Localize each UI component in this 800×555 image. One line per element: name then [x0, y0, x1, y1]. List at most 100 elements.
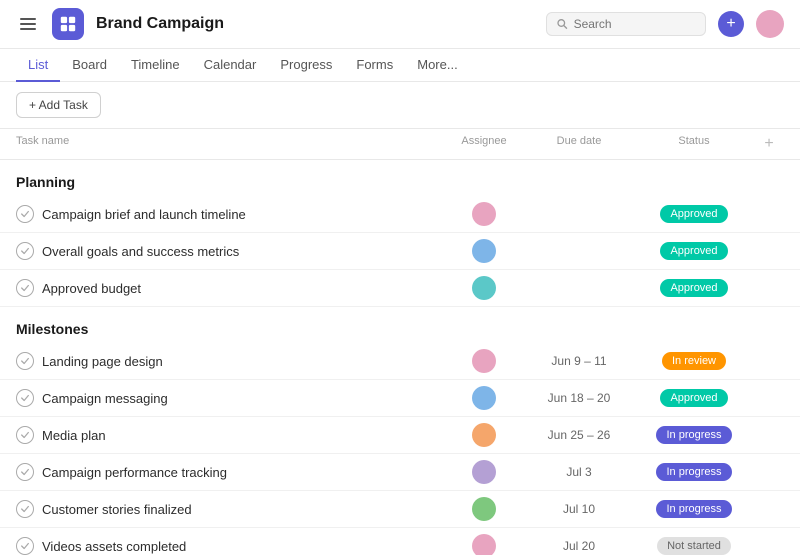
status-cell: Approved — [634, 205, 754, 223]
col-header-duedate: Due date — [524, 135, 634, 153]
project-title: Brand Campaign — [96, 15, 224, 33]
task-name-cell: Videos assets completed — [16, 537, 444, 555]
assignee-cell — [444, 534, 524, 555]
toolbar: + Add Task — [0, 82, 800, 129]
col-header-assignee: Assignee — [444, 135, 524, 153]
status-cell: In progress — [634, 426, 754, 444]
status-cell: Approved — [634, 242, 754, 260]
add-task-label: + Add Task — [29, 98, 88, 112]
table-row[interactable]: Videos assets completed Jul 20 Not start… — [0, 528, 800, 555]
due-date-cell: Jun 9 – 11 — [524, 354, 634, 368]
assignee-cell — [444, 497, 524, 521]
task-name-cell: Landing page design — [16, 352, 444, 370]
task-check-icon[interactable] — [16, 537, 34, 555]
tab-calendar[interactable]: Calendar — [192, 49, 269, 82]
avatar — [472, 239, 496, 263]
tab-board[interactable]: Board — [60, 49, 119, 82]
task-name: Approved budget — [42, 281, 141, 296]
table-row[interactable]: Approved budget Approved — [0, 270, 800, 307]
content-area: Planning Campaign brief and launch timel… — [0, 160, 800, 555]
avatar — [472, 423, 496, 447]
assignee-cell — [444, 386, 524, 410]
task-check-icon[interactable] — [16, 279, 34, 297]
search-box[interactable] — [546, 12, 706, 36]
status-badge: Approved — [660, 205, 727, 223]
tab-progress[interactable]: Progress — [268, 49, 344, 82]
task-name: Videos assets completed — [42, 539, 186, 554]
table-row[interactable]: Overall goals and success metrics Approv… — [0, 233, 800, 270]
status-cell: Approved — [634, 389, 754, 407]
avatar — [472, 386, 496, 410]
task-check-icon[interactable] — [16, 352, 34, 370]
table-row[interactable]: Campaign performance tracking Jul 3 In p… — [0, 454, 800, 491]
search-input[interactable] — [574, 17, 695, 31]
status-badge: In progress — [656, 500, 731, 518]
status-cell: Not started — [634, 537, 754, 555]
avatar — [472, 460, 496, 484]
section-planning: Planning Campaign brief and launch timel… — [0, 160, 800, 307]
table-row[interactable]: Landing page design Jun 9 – 11 In review — [0, 343, 800, 380]
task-name: Campaign messaging — [42, 391, 168, 406]
avatar — [472, 349, 496, 373]
assignee-cell — [444, 202, 524, 226]
task-name: Overall goals and success metrics — [42, 244, 239, 259]
task-name: Customer stories finalized — [42, 502, 192, 517]
assignee-cell — [444, 460, 524, 484]
due-date-cell: Jun 25 – 26 — [524, 428, 634, 442]
table-row[interactable]: Campaign brief and launch timeline Appro… — [0, 196, 800, 233]
task-check-icon[interactable] — [16, 242, 34, 260]
status-cell: In review — [634, 352, 754, 370]
assignee-cell — [444, 349, 524, 373]
task-name-cell: Overall goals and success metrics — [16, 242, 444, 260]
tab-more[interactable]: More... — [405, 49, 469, 82]
status-badge: Approved — [660, 242, 727, 260]
task-name-cell: Customer stories finalized — [16, 500, 444, 518]
status-cell: Approved — [634, 279, 754, 297]
task-name-cell: Media plan — [16, 426, 444, 444]
table-row[interactable]: Campaign messaging Jun 18 – 20 Approved — [0, 380, 800, 417]
status-badge: Not started — [657, 537, 731, 555]
task-check-icon[interactable] — [16, 389, 34, 407]
search-icon — [557, 18, 568, 30]
table-row[interactable]: Customer stories finalized Jul 10 In pro… — [0, 491, 800, 528]
status-badge: Approved — [660, 389, 727, 407]
col-header-taskname: Task name — [16, 135, 444, 153]
task-name: Landing page design — [42, 354, 163, 369]
status-cell: In progress — [634, 463, 754, 481]
tab-list[interactable]: List — [16, 49, 60, 82]
task-check-icon[interactable] — [16, 463, 34, 481]
assignee-cell — [444, 276, 524, 300]
add-column-button[interactable]: + — [754, 135, 784, 153]
table-header: Task name Assignee Due date Status + — [0, 129, 800, 160]
avatar — [472, 276, 496, 300]
task-name: Campaign performance tracking — [42, 465, 227, 480]
avatar — [472, 534, 496, 555]
app-icon — [52, 8, 84, 40]
hamburger-menu[interactable] — [16, 14, 40, 34]
status-badge: Approved — [660, 279, 727, 297]
assignee-cell — [444, 423, 524, 447]
task-name-cell: Campaign messaging — [16, 389, 444, 407]
col-header-status: Status — [634, 135, 754, 153]
nav-tabs: List Board Timeline Calendar Progress Fo… — [0, 49, 800, 82]
task-check-icon[interactable] — [16, 205, 34, 223]
status-badge: In progress — [656, 463, 731, 481]
tab-forms[interactable]: Forms — [344, 49, 405, 82]
due-date-cell: Jul 3 — [524, 465, 634, 479]
section-header-1: Milestones — [0, 307, 800, 343]
task-check-icon[interactable] — [16, 426, 34, 444]
tab-timeline[interactable]: Timeline — [119, 49, 192, 82]
task-name-cell: Campaign performance tracking — [16, 463, 444, 481]
section-milestones: Milestones Landing page design Jun 9 – 1… — [0, 307, 800, 555]
due-date-cell: Jul 10 — [524, 502, 634, 516]
avatar — [472, 202, 496, 226]
user-avatar — [756, 10, 784, 38]
table-row[interactable]: Media plan Jun 25 – 26 In progress — [0, 417, 800, 454]
status-badge: In review — [662, 352, 726, 370]
task-check-icon[interactable] — [16, 500, 34, 518]
add-task-button[interactable]: + Add Task — [16, 92, 101, 118]
status-cell: In progress — [634, 500, 754, 518]
status-badge: In progress — [656, 426, 731, 444]
add-member-button[interactable]: + — [718, 11, 744, 37]
task-name: Campaign brief and launch timeline — [42, 207, 246, 222]
